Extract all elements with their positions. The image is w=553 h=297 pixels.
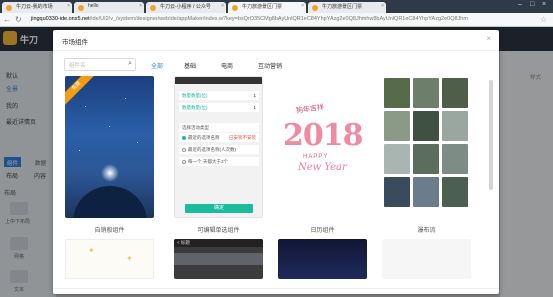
browser-tab[interactable]: 牛刀云-小程序 / 公众号 × [146, 2, 226, 13]
photo-tile [384, 144, 410, 174]
browser-tab[interactable]: hello × [74, 2, 144, 13]
form-row: 选择活动类型 [179, 123, 259, 132]
photo-tile [413, 111, 439, 141]
reload-icon[interactable]: ↻ [15, 15, 22, 24]
close-tab-icon[interactable]: × [301, 3, 304, 9]
component-card-phone[interactable]: < 标题 [174, 239, 263, 279]
component-market-modal: 市场组件 × 组件名 ⌕ 全部 基础 电商 互动营销 免费 自销般组件 数量数量… [53, 30, 499, 294]
star-dot [125, 98, 126, 99]
photo-tile [442, 177, 468, 207]
close-tab-icon[interactable]: × [381, 3, 384, 9]
component-card-blank[interactable] [382, 239, 471, 279]
component-card-waterfall[interactable] [382, 76, 471, 218]
component-card-sparkle[interactable]: ✦ ✦ [65, 239, 154, 279]
browser-tab[interactable]: 牛刀旅游景区门票 × [308, 2, 386, 13]
search-input[interactable]: 组件名 ⌕ [64, 58, 136, 71]
photo-tile [384, 78, 410, 108]
divider [53, 50, 499, 51]
category-tab-marketing[interactable]: 互动营销 [258, 61, 282, 70]
scrollbar[interactable] [489, 80, 493, 190]
hill-shape [73, 186, 147, 218]
close-tab-icon[interactable]: × [221, 3, 224, 9]
category-tab-all[interactable]: 全部 [151, 61, 163, 70]
phone-title-bar: < 标题 [174, 239, 263, 247]
card-label: 日历组件 [310, 228, 335, 234]
radio-icon[interactable] [182, 135, 186, 140]
form-row: 最近的选项名称(人次数) [179, 145, 259, 154]
browser-tab-active[interactable]: 牛刀旅游景区门票 × [228, 2, 306, 13]
favicon-icon [232, 5, 238, 11]
browser-tab-bar: 牛刀云-我的市场 × hello × 牛刀云-小程序 / 公众号 × 牛刀旅游景区门票… [0, 0, 553, 13]
favicon-icon [6, 5, 12, 11]
category-tab-basic[interactable]: 基础 [184, 61, 196, 70]
close-tab-icon[interactable]: × [67, 3, 70, 9]
sparkle-icon: ✦ [88, 246, 95, 255]
photo-tile [384, 177, 410, 207]
category-tab-ecommerce[interactable]: 电商 [221, 61, 233, 70]
favicon-icon [78, 5, 84, 11]
photo-tile [413, 144, 439, 174]
phone-status-bar [175, 77, 262, 84]
radio-icon[interactable] [182, 147, 186, 152]
component-card-calendar[interactable]: 狗年吉祥 2018 HAPPY New Year [278, 76, 367, 218]
sparkle-icon: ✦ [126, 254, 133, 263]
calligraphy-text: 狗年吉祥 [295, 103, 325, 115]
photo-tile [442, 144, 468, 174]
form-row: 最近的选项名称 已安装不安装 [179, 133, 259, 142]
photo-tile [384, 111, 410, 141]
happy-text: HAPPY [303, 154, 329, 160]
form-submit-button[interactable]: 确定 [185, 204, 253, 213]
close-window-icon[interactable]: × [542, 1, 546, 8]
form-row: 数量数量(位) 1 [179, 103, 259, 112]
close-icon[interactable]: × [486, 34, 491, 43]
photo-tile [413, 78, 439, 108]
browser-tab[interactable]: 牛刀云-我的市场 × [2, 2, 72, 13]
url-field[interactable]: jingqu0330-ide.onx5.net/ide/UI2/v_/syste… [28, 15, 538, 25]
maximize-icon[interactable]: □ [530, 1, 534, 8]
bookmark-star-icon[interactable]: ☆ [540, 15, 547, 24]
new-year-text: New Year [298, 162, 347, 173]
star-dot [109, 126, 110, 127]
modal-title: 市场组件 [62, 39, 88, 46]
photo-tile [442, 78, 468, 108]
card-label: 自销般组件 [94, 228, 125, 234]
photo-tile [442, 111, 468, 141]
year-text: 2018 [283, 118, 363, 153]
close-tab-icon[interactable]: × [139, 3, 142, 9]
card-label: 瀑布流 [417, 228, 436, 234]
star-dot [79, 150, 80, 151]
favicon-icon [312, 5, 318, 11]
component-card-dark[interactable] [278, 239, 367, 279]
search-icon[interactable]: ⌕ [128, 60, 132, 68]
component-card-form[interactable]: 数量数量(位) 1 数量数量(位) 1 选择活动类型 最近的选项名称 已安装不安装 最… [174, 76, 263, 218]
card-label: 可编辑单选组件 [197, 228, 240, 234]
component-card-night[interactable]: 免费 [65, 76, 154, 218]
free-ribbon: 免费 [65, 76, 98, 107]
photo-tile [413, 177, 439, 207]
form-row: 每一个·天都大于3个 [179, 157, 259, 166]
favicon-icon [150, 5, 156, 11]
star-dot [137, 142, 138, 143]
content-strip [174, 253, 263, 265]
minimize-icon[interactable]: – [518, 1, 522, 8]
address-bar: ← ↻ jingqu0330-ide.onx5.net/ide/UI2/v_/s… [0, 13, 553, 27]
form-row: 数量数量(位) 1 [179, 91, 259, 100]
star-dot [85, 106, 86, 107]
back-icon[interactable]: ← [3, 15, 11, 24]
divider [53, 288, 499, 289]
moon-glow [101, 164, 119, 182]
radio-icon[interactable] [182, 159, 186, 164]
